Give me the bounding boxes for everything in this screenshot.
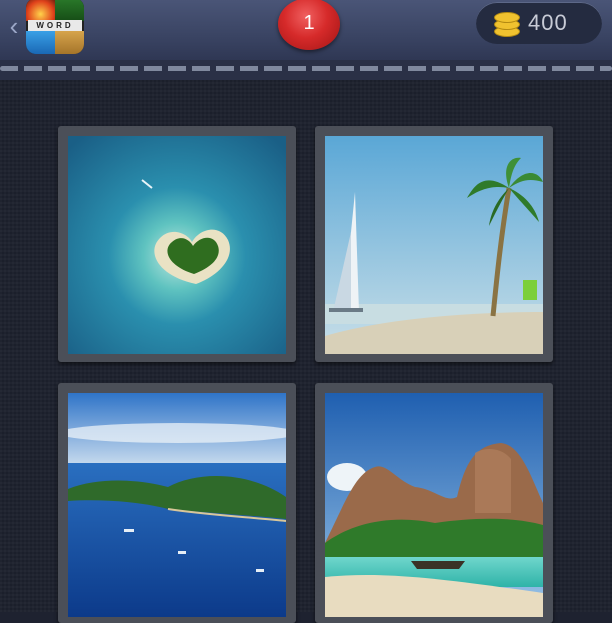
sailboat-beach-picture [325,136,543,354]
back-chevron-icon[interactable]: ‹ [6,12,22,40]
picture-tile-2[interactable] [315,126,553,362]
picture-tile-4[interactable] [315,383,553,623]
picture-tile-1[interactable] [58,126,296,362]
coins-counter[interactable]: 400 [476,2,602,44]
tropical-cliffs-picture [325,393,543,617]
picture-tile-3[interactable] [58,383,296,623]
picture-board [0,80,612,623]
logo-letters: WORD [28,20,82,31]
level-badge: 1 [278,0,340,50]
top-bar: ‹ WORD 1 400 [0,0,612,66]
heart-island-picture [68,136,286,354]
island-bay-picture [68,393,286,617]
coins-amount: 400 [528,10,568,35]
app-logo-icon: WORD [26,0,84,54]
coin-stack-icon [492,10,520,37]
